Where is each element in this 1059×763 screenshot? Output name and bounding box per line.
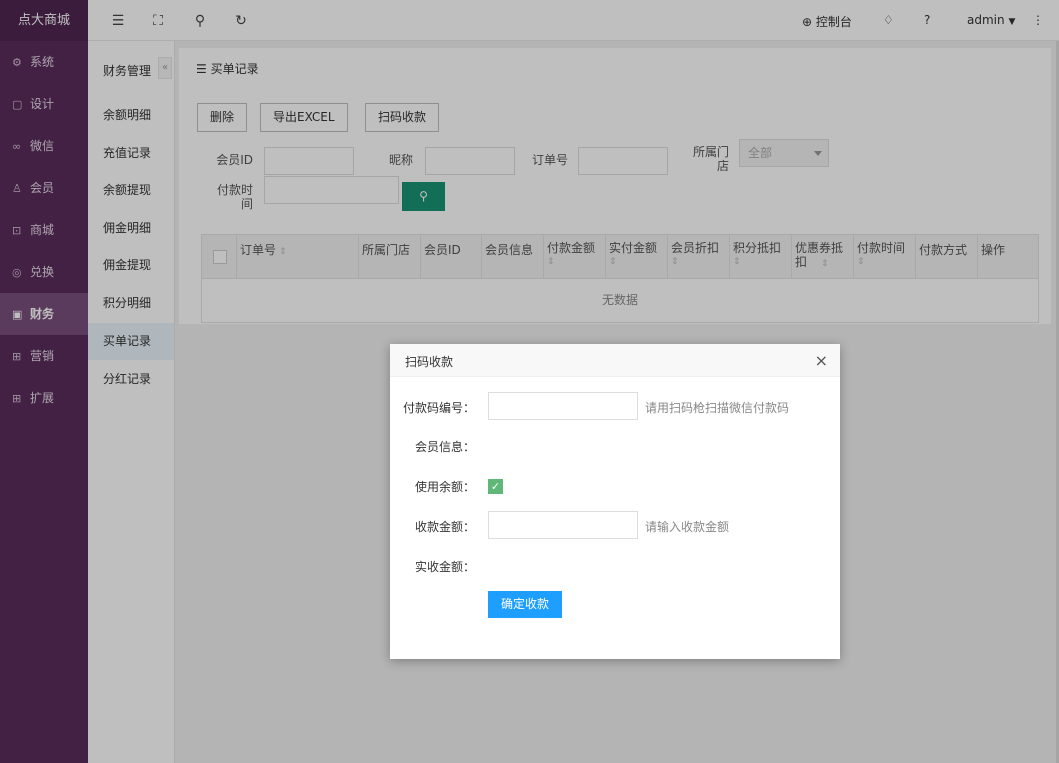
scan-pay-dialog: 扫码收款 × 付款码编号： 请用扫码枪扫描微信付款码 会员信息： 使用余额： ✓…	[390, 344, 840, 659]
pay-code-hint: 请用扫码枪扫描微信付款码	[645, 401, 790, 415]
pay-code-input[interactable]	[488, 392, 638, 420]
check-icon: ✓	[490, 480, 501, 493]
dialog-title: 扫码收款	[405, 355, 454, 369]
actual-amount-label: 实收金额：	[414, 560, 475, 574]
amount-label: 收款金额：	[414, 520, 475, 534]
confirm-payment-button[interactable]: 确定收款	[488, 591, 563, 618]
amount-hint: 请输入收款金额	[645, 520, 730, 534]
member-info-label: 会员信息：	[414, 440, 475, 454]
amount-input[interactable]	[488, 511, 638, 539]
dialog-header: 扫码收款 ×	[390, 344, 840, 377]
use-balance-checkbox[interactable]: ✓	[488, 479, 503, 494]
pay-code-label: 付款码编号：	[402, 401, 475, 415]
close-icon[interactable]: ×	[815, 351, 828, 370]
use-balance-label: 使用余额：	[414, 480, 475, 494]
